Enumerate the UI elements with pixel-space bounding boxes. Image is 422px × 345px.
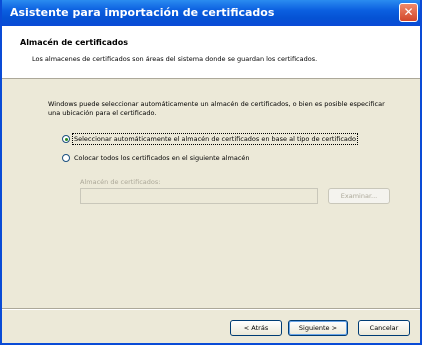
title-bar[interactable]: Asistente para importación de certificad… — [2, 0, 420, 26]
store-label: Almacén de certificados: — [80, 178, 161, 186]
close-button[interactable]: ✕ — [399, 3, 418, 22]
description-text: Windows puede seleccionar automáticament… — [48, 100, 385, 117]
wizard-header: Almacén de certificados Los almacenes de… — [2, 26, 420, 79]
back-button[interactable]: < Atrás — [230, 320, 282, 336]
auto-select-radio[interactable] — [62, 135, 70, 143]
footer-separator — [2, 308, 420, 310]
window-title: Asistente para importación de certificad… — [10, 6, 275, 19]
manual-store-label[interactable]: Colocar todos los certificados en el sig… — [74, 154, 250, 162]
cancel-button[interactable]: Cancelar — [358, 320, 410, 336]
next-button[interactable]: Siguiente > — [288, 320, 348, 336]
store-field — [80, 188, 318, 204]
page-title: Almacén de certificados — [20, 38, 128, 47]
manual-store-radio[interactable] — [62, 154, 70, 162]
page-subtitle: Los almacenes de certificados son áreas … — [32, 55, 318, 63]
browse-button: Examinar... — [328, 188, 390, 204]
wizard-window: Asistente para importación de certificad… — [0, 0, 422, 345]
close-icon: ✕ — [403, 5, 414, 19]
auto-select-label[interactable]: Seleccionar automáticamente el almacén d… — [71, 133, 359, 145]
